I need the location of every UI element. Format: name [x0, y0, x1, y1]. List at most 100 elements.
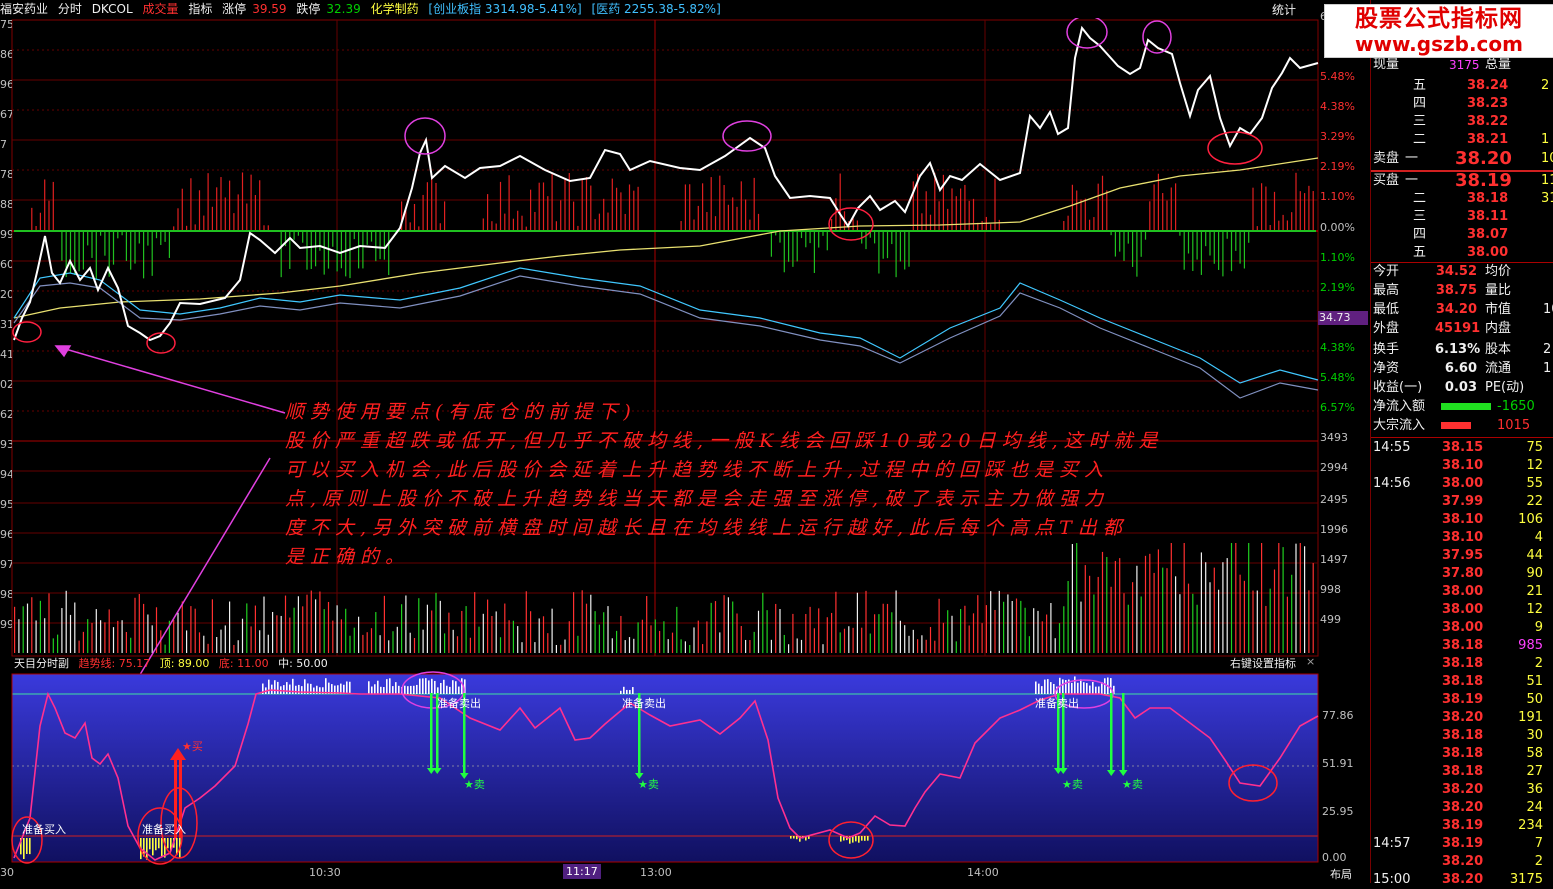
- volume-bar: [809, 606, 811, 653]
- logo-title: 股票公式指标网: [1355, 6, 1523, 32]
- momentum-bar: [547, 196, 549, 231]
- momentum-bar: [727, 204, 729, 231]
- bid-row[interactable]: 四 38.07: [1371, 226, 1553, 244]
- momentum-bar: [323, 231, 325, 275]
- indicator-bar: [289, 684, 291, 694]
- volume-bar: [968, 625, 970, 653]
- left-axis-label: 99: [0, 228, 12, 241]
- ask-row[interactable]: 三 38.22: [1371, 113, 1553, 131]
- ask1-row[interactable]: 卖盘 一 38.20 10: [1371, 150, 1553, 172]
- volume-bar: [1295, 543, 1297, 653]
- stat-label: 市值: [1485, 302, 1512, 317]
- volume-bar: [598, 624, 600, 653]
- momentum-bar: [1205, 231, 1207, 247]
- volume-bar: [633, 638, 635, 653]
- indicator-bar: [161, 838, 163, 857]
- ask-row[interactable]: 四 38.23: [1371, 95, 1553, 113]
- momentum-bar: [104, 231, 106, 256]
- volume-bar: [401, 604, 403, 653]
- momentum-bar: [1312, 191, 1314, 231]
- volume-bar: [216, 636, 218, 653]
- indicator-settings[interactable]: 右键设置指标: [1230, 655, 1296, 671]
- momentum-bar: [706, 212, 708, 231]
- stats-button[interactable]: 统计: [1272, 1, 1296, 18]
- momentum-bar: [852, 218, 854, 231]
- momentum-bar: [684, 184, 686, 231]
- volume-bar: [788, 644, 790, 653]
- tab-indicator[interactable]: 指标: [188, 2, 212, 16]
- index-chinext[interactable]: [创业板指 3314.98-5.41%]: [428, 2, 581, 16]
- momentum-bar: [783, 231, 785, 273]
- momentum-bar: [370, 231, 373, 242]
- tab-volume[interactable]: 成交量: [142, 2, 178, 16]
- volume-bar: [616, 630, 618, 653]
- bid-row[interactable]: 二 38.18 31: [1371, 190, 1553, 208]
- momentum-bar: [882, 231, 884, 259]
- volume-bar: [508, 620, 510, 653]
- volume-bar: [762, 592, 764, 653]
- bid-level: 四: [1413, 227, 1427, 242]
- tab-dkcol[interactable]: DKCOL: [92, 2, 133, 16]
- right-axis-label: 4.38%: [1320, 341, 1355, 354]
- tab-intraday[interactable]: 分时: [58, 2, 82, 16]
- ask-row[interactable]: 二 38.21 1: [1371, 131, 1553, 149]
- sector-name[interactable]: 化学制药: [371, 2, 419, 16]
- indicator-bar: [386, 679, 388, 694]
- momentum-bar: [1304, 193, 1306, 231]
- right-axis-label: 2.19%: [1320, 160, 1355, 173]
- momentum-bar: [555, 221, 557, 231]
- right-axis-label: 1996: [1320, 523, 1348, 536]
- left-axis-label: 41: [0, 348, 12, 361]
- volume-bar: [1196, 604, 1198, 653]
- momentum-bar: [1170, 187, 1172, 231]
- momentum-bar: [39, 212, 41, 231]
- right-axis-label: 4.38%: [1320, 100, 1355, 113]
- tick-row: 15:00 38.20 3175: [1371, 871, 1553, 889]
- volume-bar: [878, 614, 880, 653]
- indicator-bar: [431, 678, 433, 694]
- volume-bar: [1063, 606, 1065, 653]
- momentum-bar: [508, 175, 510, 231]
- momentum-bar: [624, 213, 626, 231]
- volume-bar: [727, 597, 729, 653]
- sell-label: ★卖: [1122, 778, 1143, 791]
- total-label: 总量: [1485, 57, 1512, 72]
- indicator-bar: [629, 689, 631, 694]
- indicator-bar: [1080, 679, 1082, 694]
- momentum-bar: [190, 178, 192, 231]
- indicator-bar: [419, 678, 421, 694]
- momentum-bar: [112, 231, 115, 265]
- tick-vol: 21: [1526, 584, 1543, 599]
- volume-bar: [14, 606, 16, 653]
- tick-price: 38.18: [1442, 638, 1484, 653]
- layout-button[interactable]: 布局: [1330, 866, 1352, 882]
- momentum-bar: [955, 196, 957, 231]
- bid1-row[interactable]: 买盘 一 38.19 11: [1371, 172, 1553, 192]
- bid-row[interactable]: 三 38.11: [1371, 208, 1553, 226]
- volume-bar: [474, 592, 476, 653]
- right-axis-label: 0.00%: [1320, 221, 1355, 234]
- bid-row[interactable]: 五 38.00: [1371, 244, 1553, 262]
- momentum-bar: [826, 231, 828, 251]
- bid-price: 38.07: [1467, 227, 1509, 242]
- volume-bar: [560, 644, 562, 653]
- ask-row[interactable]: 五 38.24 2: [1371, 77, 1553, 95]
- indicator-bar: [274, 680, 276, 694]
- tick-row: 38.20 191: [1371, 709, 1553, 727]
- momentum-bar: [52, 181, 54, 231]
- momentum-bar: [1166, 200, 1168, 231]
- tick-row: 37.80 90: [1371, 565, 1553, 583]
- close-icon[interactable]: ×: [1306, 655, 1315, 668]
- momentum-bar: [788, 231, 790, 262]
- volume-bar: [487, 599, 489, 653]
- top-value: 顶: 89.00: [159, 657, 210, 670]
- indicator-name[interactable]: 天目分时副: [14, 657, 69, 670]
- momentum-bar: [551, 174, 553, 231]
- momentum-bar: [934, 172, 936, 231]
- momentum-bar: [495, 223, 497, 231]
- volume-bar: [413, 638, 416, 653]
- index-pharma[interactable]: [医药 2255.38-5.82%]: [592, 2, 721, 16]
- ask1-price: 38.20: [1455, 148, 1512, 169]
- volume-bar: [770, 639, 772, 653]
- momentum-bar: [835, 198, 837, 231]
